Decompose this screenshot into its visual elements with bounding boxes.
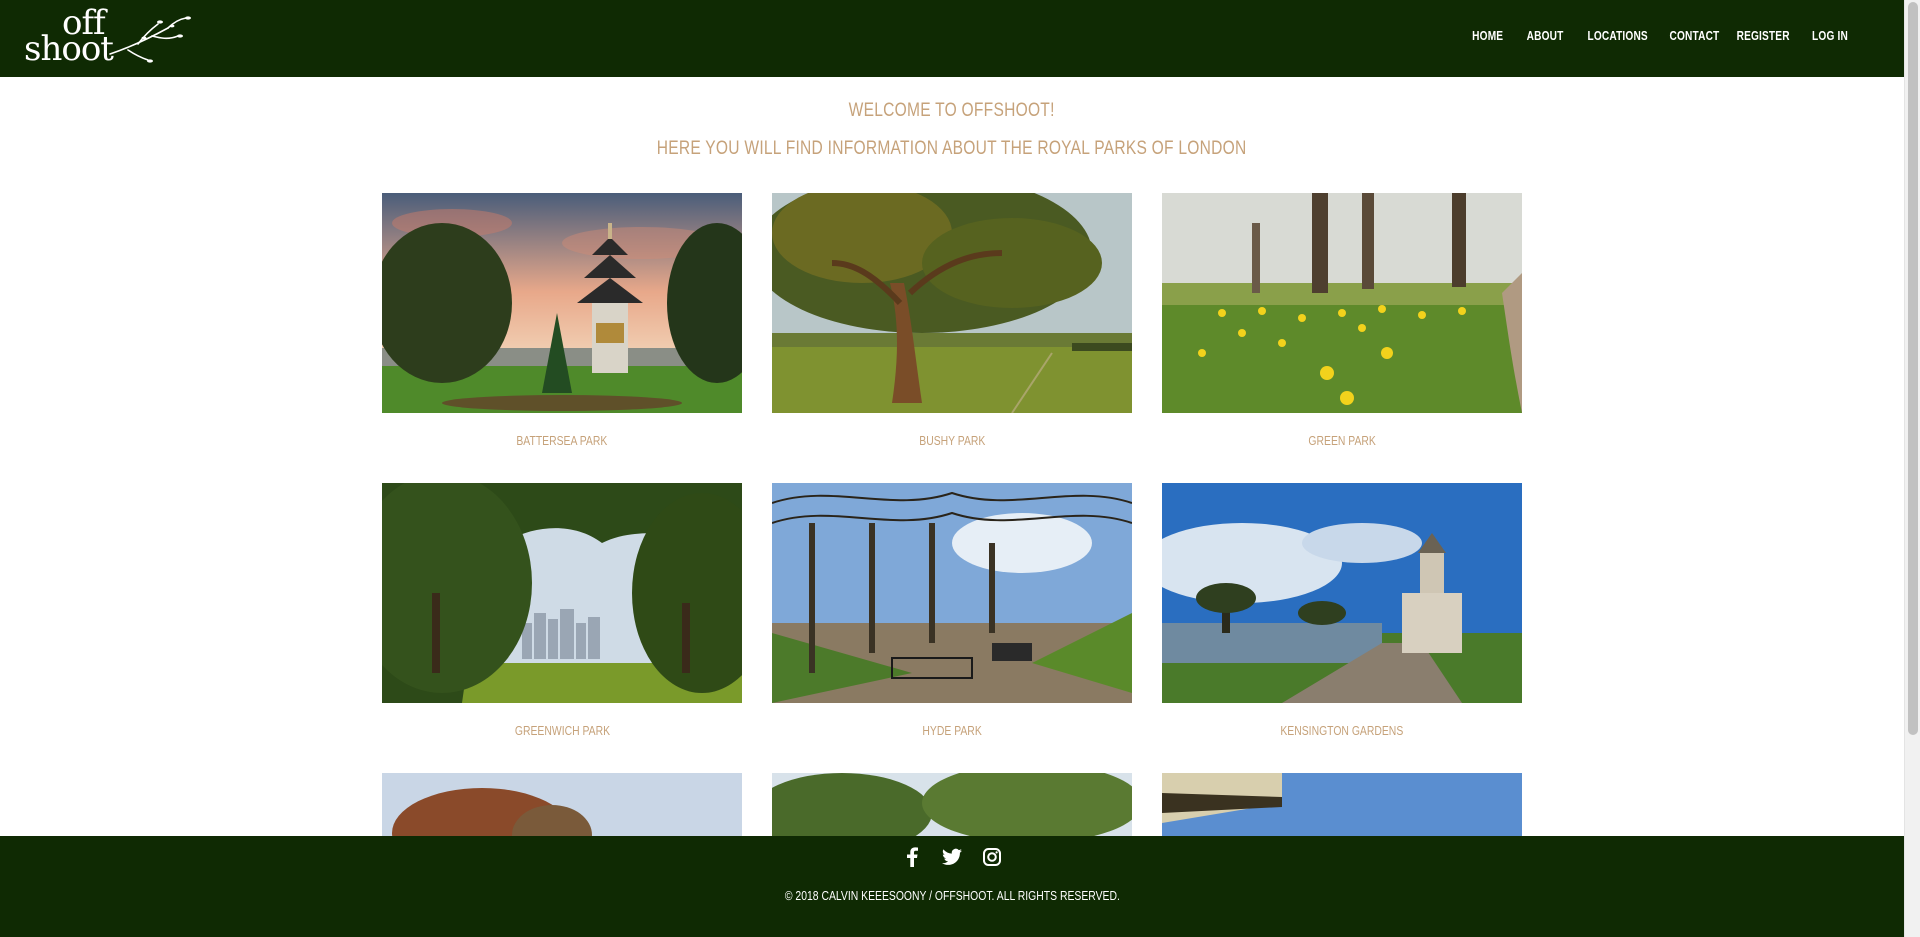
welcome-heading: WELCOME TO OFFSHOOT! bbox=[848, 100, 1056, 121]
park-card-bushy[interactable]: BUSHY PARK bbox=[772, 193, 1132, 448]
branch-icon bbox=[109, 16, 191, 63]
battersea-park-image[interactable] bbox=[382, 193, 742, 413]
nav-locations[interactable]: LOCATIONS bbox=[1581, 28, 1647, 43]
scrollbar-thumb[interactable] bbox=[1908, 2, 1918, 735]
social-links bbox=[0, 846, 1904, 868]
nav-home[interactable]: HOME bbox=[1466, 28, 1508, 43]
park-card-hyde[interactable]: HYDE PARK bbox=[772, 483, 1132, 738]
park-card-kensington[interactable]: KENSINGTON GARDENS bbox=[1162, 483, 1522, 738]
nav-register[interactable]: REGISTER bbox=[1730, 28, 1790, 43]
welcome-subtitle: HERE YOU WILL FIND INFORMATION ABOUT THE… bbox=[657, 138, 1247, 159]
copyright-text: © 2018 CALVIN KEEESOONY / OFFSHOOT. ALL … bbox=[784, 888, 1120, 903]
park-card-row3-2[interactable] bbox=[772, 773, 1132, 836]
offshoot-logo[interactable]: off shoot bbox=[22, 4, 191, 70]
instagram-icon[interactable] bbox=[982, 846, 1002, 868]
bushy-park-image[interactable] bbox=[772, 193, 1132, 413]
kensington-gardens-image[interactable] bbox=[1162, 483, 1522, 703]
main-nav: HOME ABOUT LOCATIONS CONTACT REGISTER LO… bbox=[1460, 0, 1862, 70]
park-name-kensington[interactable]: KENSINGTON GARDENS bbox=[1162, 723, 1522, 738]
facebook-icon[interactable] bbox=[902, 846, 922, 868]
hyde-park-image[interactable] bbox=[772, 483, 1132, 703]
twitter-icon[interactable] bbox=[942, 846, 962, 868]
park-name-green[interactable]: GREEN PARK bbox=[1162, 433, 1522, 448]
park-card-row3-3[interactable] bbox=[1162, 773, 1522, 836]
park-card-greenwich[interactable]: GREENWICH PARK bbox=[382, 483, 742, 738]
park-card-row3-1[interactable] bbox=[382, 773, 742, 836]
park-name-bushy[interactable]: BUSHY PARK bbox=[772, 433, 1132, 448]
site-footer: © 2018 CALVIN KEEESOONY / OFFSHOOT. ALL … bbox=[0, 836, 1904, 937]
logo-text-bottom: shoot bbox=[24, 29, 114, 69]
park-name-hyde[interactable]: HYDE PARK bbox=[772, 723, 1132, 738]
nav-contact[interactable]: CONTACT bbox=[1663, 28, 1720, 43]
park-card-battersea[interactable]: BATTERSEA PARK bbox=[382, 193, 742, 448]
greenwich-park-image[interactable] bbox=[382, 483, 742, 703]
park-card-green[interactable]: GREEN PARK bbox=[1162, 193, 1522, 448]
site-header: off shoot HOME ABOUT LOCATIONS CONTACT R… bbox=[0, 0, 1904, 77]
green-park-image[interactable] bbox=[1162, 193, 1522, 413]
park-image-row3-3[interactable] bbox=[1162, 773, 1522, 836]
park-image-row3-1[interactable] bbox=[382, 773, 742, 836]
page-scrollbar[interactable] bbox=[1904, 0, 1920, 937]
park-name-battersea[interactable]: BATTERSEA PARK bbox=[382, 433, 742, 448]
nav-about[interactable]: ABOUT bbox=[1520, 28, 1565, 43]
park-name-greenwich[interactable]: GREENWICH PARK bbox=[382, 723, 742, 738]
park-image-row3-2[interactable] bbox=[772, 773, 1132, 836]
nav-login[interactable]: LOG IN bbox=[1805, 28, 1855, 43]
